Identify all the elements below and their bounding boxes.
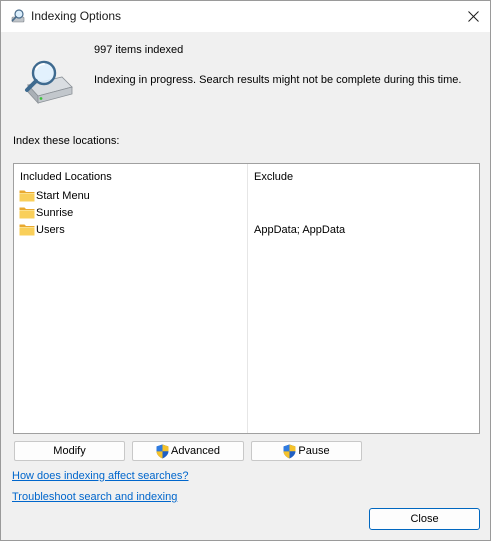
hard-drive-magnifier-icon	[25, 60, 73, 105]
troubleshoot-link[interactable]: Troubleshoot search and indexing	[12, 491, 177, 503]
advanced-button[interactable]: Advanced	[132, 441, 244, 461]
indexing-options-window: Indexing Options 997 items indexed Index…	[0, 0, 491, 541]
pause-button-label: Pause	[298, 445, 330, 457]
location-exclude: AppData; AppData	[254, 224, 346, 236]
location-name: Users	[36, 224, 65, 236]
uac-shield-icon	[156, 444, 169, 459]
locations-list[interactable]: Included Locations Exclude Start Menu Su…	[13, 163, 480, 434]
indexing-status: Indexing in progress. Search results mig…	[94, 74, 462, 86]
close-button-label: Close	[410, 513, 439, 525]
location-row[interactable]: Sunrise	[14, 205, 479, 222]
how-indexing-affects-link[interactable]: How does indexing affect searches?	[12, 470, 189, 482]
close-icon	[467, 11, 479, 22]
window-title: Indexing Options	[31, 9, 122, 23]
folder-icon	[19, 189, 35, 202]
close-button[interactable]: Close	[369, 508, 480, 530]
close-window-button[interactable]	[456, 1, 490, 32]
title-bar: Indexing Options	[1, 1, 490, 32]
modify-button[interactable]: Modify	[14, 441, 125, 461]
location-row[interactable]: Start Menu	[14, 188, 479, 205]
indexing-options-icon	[11, 9, 25, 23]
index-locations-label: Index these locations:	[13, 135, 120, 147]
items-indexed-count: 997 items indexed	[94, 44, 184, 56]
folder-icon	[19, 223, 35, 236]
location-row[interactable]: Users AppData; AppData	[14, 222, 479, 239]
column-header-exclude: Exclude	[254, 171, 294, 183]
pause-button[interactable]: Pause	[251, 441, 362, 461]
location-name: Sunrise	[36, 207, 74, 219]
advanced-button-label: Advanced	[171, 445, 220, 457]
column-header-included: Included Locations	[20, 171, 112, 183]
uac-shield-icon	[283, 444, 296, 459]
modify-button-label: Modify	[53, 445, 86, 457]
location-name: Start Menu	[36, 190, 90, 202]
folder-icon	[19, 206, 35, 219]
